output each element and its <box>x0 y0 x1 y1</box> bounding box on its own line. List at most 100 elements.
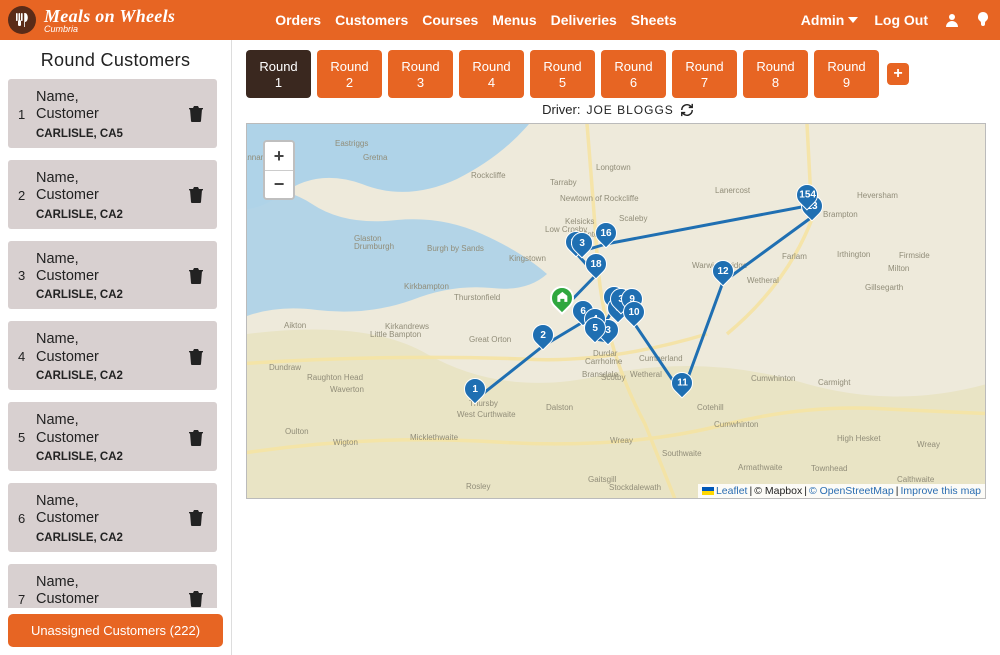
brand-title: Meals on Wheels <box>44 7 175 25</box>
nav-menus[interactable]: Menus <box>492 12 536 28</box>
main-panel: Round1Round2Round3Round4Round5Round6Roun… <box>232 40 1000 655</box>
round-tab-2[interactable]: Round2 <box>317 50 382 98</box>
driver-label: Driver: <box>542 102 580 117</box>
customer-info: Name,CustomerCARLISLE, CA2 <box>36 574 177 608</box>
customer-name: Name,Customer <box>36 574 177 608</box>
customer-card[interactable]: 4Name,CustomerCARLISLE, CA2 <box>8 321 217 390</box>
map-town-label: Milton <box>888 264 909 273</box>
round-tab-8[interactable]: Round8 <box>743 50 808 98</box>
map-town-label: Wigton <box>333 438 358 447</box>
round-tab-5[interactable]: Round5 <box>530 50 595 98</box>
customer-card[interactable]: 1Name,CustomerCARLISLE, CA5 <box>8 79 217 148</box>
map-town-label: Brampton <box>823 210 858 219</box>
delete-customer-button[interactable] <box>185 265 207 287</box>
map-marker-11[interactable]: 11 <box>671 372 693 394</box>
customer-number: 1 <box>18 107 28 122</box>
zoom-control: + − <box>263 140 295 200</box>
add-round-button[interactable]: + <box>887 63 909 85</box>
map-town-label: Armathwaite <box>738 463 783 472</box>
map-marker-18[interactable]: 18 <box>585 253 607 275</box>
zoom-in-button[interactable]: + <box>265 142 293 170</box>
map-marker-154[interactable]: 154 <box>796 184 818 206</box>
customer-card[interactable]: 3Name,CustomerCARLISLE, CA2 <box>8 241 217 310</box>
map-town-label: Scotby <box>601 373 625 382</box>
unassigned-customers-button[interactable]: Unassigned Customers (222) <box>8 614 223 647</box>
map-town-label: Stockdalewath <box>609 483 661 492</box>
map-town-label: Eastriggs <box>335 139 368 148</box>
attrib-improve[interactable]: Improve this map <box>900 485 981 497</box>
map-town-label: Drumburgh <box>354 242 394 251</box>
customer-info: Name,CustomerCARLISLE, CA2 <box>36 412 177 463</box>
delete-customer-button[interactable] <box>185 588 207 608</box>
brand-block: Meals on Wheels Cumbria <box>8 6 175 34</box>
map-town-label: Wreay <box>610 436 633 445</box>
customer-number: 4 <box>18 349 28 364</box>
map-town-label: Gretna <box>363 153 388 162</box>
map-marker-12[interactable]: 12 <box>712 260 734 282</box>
round-tab-9[interactable]: Round9 <box>814 50 879 98</box>
main-nav: Orders Customers Courses Menus Deliveries She… <box>261 2 801 38</box>
map-town-label: Farlam <box>782 252 807 261</box>
round-tab-3[interactable]: Round3 <box>388 50 453 98</box>
nav-courses[interactable]: Courses <box>422 12 478 28</box>
map-marker-1[interactable]: 1 <box>464 378 486 400</box>
customer-location: CARLISLE, CA2 <box>36 370 177 382</box>
map-town-label: Little Bampton <box>370 330 421 339</box>
map-marker-3[interactable]: 3 <box>571 232 593 254</box>
delete-customer-button[interactable] <box>185 184 207 206</box>
map[interactable]: EastriggsAnnanGretnaLongtownRockcliffeTa… <box>246 123 986 499</box>
caret-down-icon <box>848 17 858 23</box>
delete-customer-button[interactable] <box>185 427 207 449</box>
round-tab-6[interactable]: Round6 <box>601 50 666 98</box>
map-town-label: Micklethwaite <box>410 433 459 442</box>
map-marker-5[interactable]: 5 <box>584 317 606 339</box>
user-icon[interactable] <box>944 12 960 28</box>
delete-customer-button[interactable] <box>185 346 207 368</box>
map-town-label: Calthwaite <box>897 475 935 484</box>
refresh-icon[interactable] <box>680 103 694 117</box>
admin-dropdown[interactable]: Admin <box>801 12 859 28</box>
customer-list[interactable]: 1Name,CustomerCARLISLE, CA52Name,Custome… <box>8 79 223 608</box>
map-marker-16[interactable]: 16 <box>595 222 617 244</box>
logout-link[interactable]: Log Out <box>874 12 928 28</box>
customer-card[interactable]: 5Name,CustomerCARLISLE, CA2 <box>8 402 217 471</box>
map-town-label: Tarraby <box>550 178 577 187</box>
brand-logo <box>8 6 36 34</box>
sidebar: Round Customers 1Name,CustomerCARLISLE, … <box>0 40 232 655</box>
customer-card[interactable]: 2Name,CustomerCARLISLE, CA2 <box>8 160 217 229</box>
nav-orders[interactable]: Orders <box>275 12 321 28</box>
nav-deliveries[interactable]: Deliveries <box>551 12 617 28</box>
bulb-icon[interactable] <box>976 12 990 28</box>
customer-info: Name,CustomerCARLISLE, CA2 <box>36 251 177 302</box>
customer-name: Name,Customer <box>36 89 177 124</box>
map-town-label: Wetheral <box>630 370 662 379</box>
app-body: Round Customers 1Name,CustomerCARLISLE, … <box>0 40 1000 655</box>
attrib-leaflet[interactable]: Leaflet <box>716 485 748 497</box>
map-town-label: Cumwhinton <box>714 420 758 429</box>
customer-location: CARLISLE, CA2 <box>36 209 177 221</box>
map-town-label: Longtown <box>596 163 631 172</box>
map-town-label: Gillsegarth <box>865 283 903 292</box>
delete-customer-button[interactable] <box>185 507 207 529</box>
driver-line: Driver: JOE BLOGGS <box>246 102 990 117</box>
zoom-out-button[interactable]: − <box>265 170 293 198</box>
map-town-label: Raughton Head <box>307 373 363 382</box>
map-marker-2[interactable]: 2 <box>532 324 554 346</box>
customer-number: 7 <box>18 592 28 607</box>
round-tab-1[interactable]: Round1 <box>246 50 311 98</box>
home-marker[interactable] <box>550 286 574 310</box>
round-tab-4[interactable]: Round4 <box>459 50 524 98</box>
map-town-label: Carmight <box>818 378 851 387</box>
attrib-osm[interactable]: © OpenStreetMap <box>809 485 894 497</box>
customer-info: Name,CustomerCARLISLE, CA2 <box>36 170 177 221</box>
delete-customer-button[interactable] <box>185 103 207 125</box>
app-header: Meals on Wheels Cumbria Orders Customers C… <box>0 0 1000 40</box>
map-town-label: Cotehill <box>697 403 724 412</box>
customer-card[interactable]: 7 Name,CustomerCARLISLE, CA2 <box>8 564 217 608</box>
customer-card[interactable]: 6Name,CustomerCARLISLE, CA2 <box>8 483 217 552</box>
nav-customers[interactable]: Customers <box>335 12 408 28</box>
map-marker-10[interactable]: 10 <box>623 301 645 323</box>
round-tab-7[interactable]: Round7 <box>672 50 737 98</box>
trash-icon <box>189 187 203 203</box>
nav-sheets[interactable]: Sheets <box>631 12 677 28</box>
